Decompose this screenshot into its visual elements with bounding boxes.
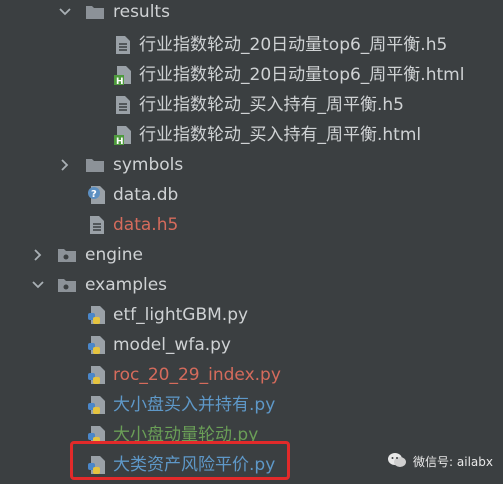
db-file-icon: ? xyxy=(86,184,108,206)
folder-icon xyxy=(84,1,106,23)
chevron-right-icon[interactable] xyxy=(30,247,46,263)
file-icon xyxy=(112,34,134,56)
package-folder-icon xyxy=(56,244,78,266)
tree-row-examples[interactable]: examples xyxy=(0,270,503,300)
folder-icon xyxy=(84,154,106,176)
wechat-icon xyxy=(387,452,407,471)
tree-row-file[interactable]: 行业指数轮动_20日动量top6_周平衡.h5 xyxy=(0,30,503,60)
tree-item-label: examples xyxy=(85,275,168,295)
tree-item-label: data.db xyxy=(113,185,179,205)
tree-item-label: roc_20_29_index.py xyxy=(113,365,281,385)
file-icon xyxy=(112,94,134,116)
tree-row-results[interactable]: results xyxy=(0,0,503,30)
tree-row-file[interactable]: etf_lightGBM.py xyxy=(0,300,503,330)
tree-item-label: engine xyxy=(85,245,143,265)
tree-item-label: 行业指数轮动_20日动量top6_周平衡.html xyxy=(139,65,465,85)
tree-row-file[interactable]: 大小盘买入并持有.py xyxy=(0,390,503,420)
chevron-down-icon[interactable] xyxy=(30,277,46,293)
chevron-down-icon[interactable] xyxy=(57,4,73,20)
tree-item-label: etf_lightGBM.py xyxy=(113,305,249,325)
tree-row-file[interactable]: roc_20_29_index.py xyxy=(0,360,503,390)
watermark-text: 微信号: ailabx xyxy=(413,455,493,469)
tree-row-file[interactable]: model_wfa.py xyxy=(0,330,503,360)
svg-text:?: ? xyxy=(91,189,97,200)
svg-text:H: H xyxy=(116,137,124,145)
python-file-icon xyxy=(86,334,108,356)
tree-row-engine[interactable]: engine xyxy=(0,240,503,270)
svg-text:H: H xyxy=(116,77,124,85)
python-file-icon xyxy=(86,394,108,416)
html-file-icon: H xyxy=(112,64,134,86)
chevron-right-icon[interactable] xyxy=(57,157,73,173)
python-file-icon xyxy=(86,304,108,326)
tree-item-label: data.h5 xyxy=(113,215,179,235)
tree-row-symbols[interactable]: symbols xyxy=(0,150,503,180)
tree-item-label: 大小盘买入并持有.py xyxy=(113,395,276,415)
tree-row-file[interactable]: data.h5 xyxy=(0,210,503,240)
html-file-icon: H xyxy=(112,124,134,146)
file-icon xyxy=(86,214,108,236)
package-folder-icon xyxy=(56,274,78,296)
tree-item-label: model_wfa.py xyxy=(113,335,231,355)
tree-row-file[interactable]: H 行业指数轮动_买入持有_周平衡.html xyxy=(0,120,503,150)
tree-item-label: results xyxy=(113,2,170,22)
tree-item-label: 行业指数轮动_买入持有_周平衡.html xyxy=(139,125,422,145)
highlight-box xyxy=(70,441,290,480)
python-file-icon xyxy=(86,364,108,386)
watermark: 微信号: ailabx xyxy=(387,452,493,471)
tree-item-label: 行业指数轮动_买入持有_周平衡.h5 xyxy=(139,95,404,115)
tree-row-file[interactable]: H 行业指数轮动_20日动量top6_周平衡.html xyxy=(0,60,503,90)
tree-item-label: 行业指数轮动_20日动量top6_周平衡.h5 xyxy=(139,35,448,55)
tree-row-file[interactable]: ? data.db xyxy=(0,180,503,210)
tree-row-file[interactable]: 行业指数轮动_买入持有_周平衡.h5 xyxy=(0,90,503,120)
tree-item-label: symbols xyxy=(113,155,184,175)
